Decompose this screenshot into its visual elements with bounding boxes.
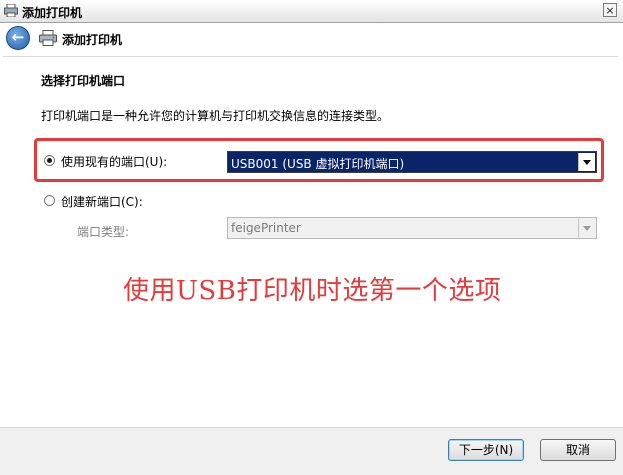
navigation-bar: ← 添加打印机 xyxy=(0,23,623,55)
page-description: 打印机端口是一种允许您的计算机与打印机交换信息的连接类型。 xyxy=(41,109,390,123)
close-button[interactable]: × xyxy=(603,3,617,17)
cancel-button[interactable]: 取消 xyxy=(540,439,616,461)
port-type-select[interactable]: feigePrinter xyxy=(227,217,597,239)
wizard-title: 添加打印机 xyxy=(62,33,123,47)
wizard-content: 选择打印机端口 打印机端口是一种允许您的计算机与打印机交换信息的连接类型。 使用… xyxy=(3,56,618,427)
dropdown-arrow-icon[interactable] xyxy=(578,219,595,237)
new-port-radio[interactable] xyxy=(44,195,55,206)
back-button[interactable]: ← xyxy=(6,26,30,50)
printer-icon xyxy=(4,4,18,17)
port-type-value: feigePrinter xyxy=(231,221,301,235)
window-titlebar: 添加打印机 × xyxy=(0,0,623,23)
existing-port-value: USB001 (USB 虚拟打印机端口) xyxy=(231,157,405,171)
annotation-text: 使用USB打印机时选第一个选项 xyxy=(123,276,502,306)
wizard-footer: 下一步(N) 取消 xyxy=(0,427,623,475)
page-title: 选择打印机端口 xyxy=(41,74,126,88)
window-title: 添加打印机 xyxy=(22,6,83,20)
port-type-label: 端口类型: xyxy=(77,225,130,239)
new-port-label[interactable]: 创建新端口(C): xyxy=(61,193,143,210)
existing-port-radio[interactable] xyxy=(44,155,55,166)
existing-port-select[interactable]: USB001 (USB 虚拟打印机端口) xyxy=(227,151,597,173)
existing-port-label[interactable]: 使用现有的端口(U): xyxy=(61,153,167,170)
next-button[interactable]: 下一步(N) xyxy=(448,439,524,461)
back-arrow-icon: ← xyxy=(11,28,25,46)
dropdown-arrow-icon[interactable] xyxy=(578,153,595,171)
close-icon: × xyxy=(605,4,615,17)
printer-icon xyxy=(39,30,57,46)
